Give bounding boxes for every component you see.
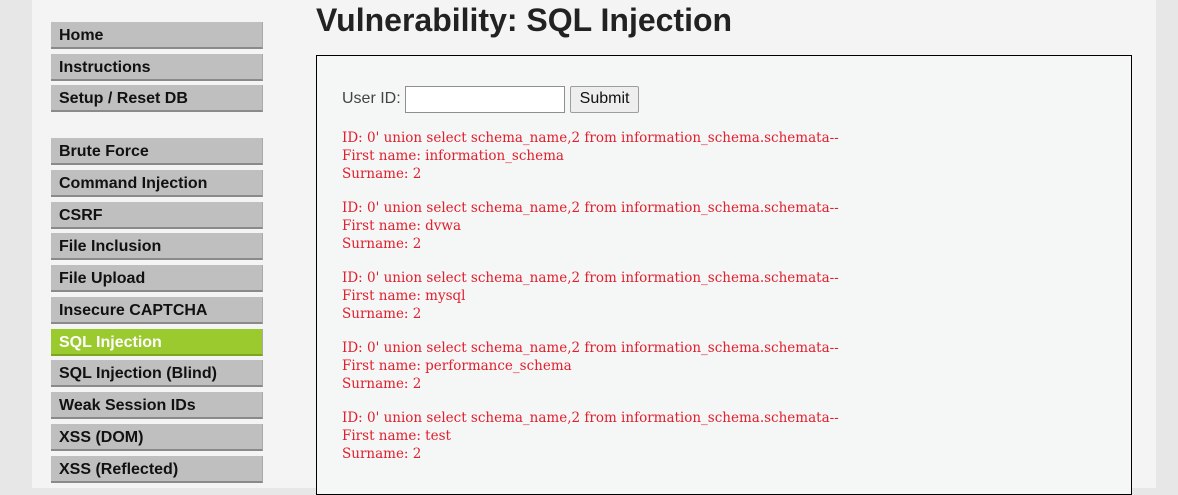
- query-results: ID: 0' union select schema_name,2 from i…: [342, 129, 839, 479]
- result-surname: Surname: 2: [342, 376, 422, 392]
- menu-item-weak-session-ids[interactable]: Weak Session IDs: [51, 392, 263, 419]
- result-id: ID: 0' union select schema_name,2 from i…: [342, 410, 839, 426]
- result-id: ID: 0' union select schema_name,2 from i…: [342, 130, 839, 146]
- result-id: ID: 0' union select schema_name,2 from i…: [342, 270, 839, 286]
- menu-item-home[interactable]: Home: [51, 22, 263, 49]
- menu-item-command-injection[interactable]: Command Injection: [51, 170, 263, 197]
- result-block: ID: 0' union select schema_name,2 from i…: [342, 339, 839, 393]
- user-id-form: User ID: Submit: [342, 85, 640, 113]
- result-block: ID: 0' union select schema_name,2 from i…: [342, 199, 839, 253]
- submit-button[interactable]: Submit: [569, 85, 640, 113]
- menu-item-xss-reflected[interactable]: XSS (Reflected): [51, 456, 263, 483]
- result-surname: Surname: 2: [342, 446, 422, 462]
- menu-item-sql-injection[interactable]: SQL Injection: [51, 329, 263, 356]
- result-id: ID: 0' union select schema_name,2 from i…: [342, 200, 839, 216]
- result-first-name: First name: test: [342, 428, 451, 444]
- result-surname: Surname: 2: [342, 166, 422, 182]
- menu-item-xss-dom[interactable]: XSS (DOM): [51, 424, 263, 451]
- result-first-name: First name: information_schema: [342, 148, 564, 164]
- result-first-name: First name: dvwa: [342, 218, 462, 234]
- menu-item-insecure-captcha[interactable]: Insecure CAPTCHA: [51, 297, 263, 324]
- menu-item-brute-force[interactable]: Brute Force: [51, 138, 263, 165]
- result-first-name: First name: mysql: [342, 288, 466, 304]
- menu-item-file-upload[interactable]: File Upload: [51, 265, 263, 292]
- menu-item-setup-reset-db[interactable]: Setup / Reset DB: [51, 85, 263, 112]
- result-first-name: First name: performance_schema: [342, 358, 572, 374]
- menu-item-sql-injection-blind[interactable]: SQL Injection (Blind): [51, 360, 263, 387]
- result-block: ID: 0' union select schema_name,2 from i…: [342, 129, 839, 183]
- user-id-input[interactable]: [404, 85, 565, 113]
- result-id: ID: 0' union select schema_name,2 from i…: [342, 340, 839, 356]
- page-title: Vulnerability: SQL Injection: [316, 2, 733, 38]
- result-surname: Surname: 2: [342, 306, 422, 322]
- user-id-label: User ID:: [342, 90, 401, 107]
- menu-item-csrf[interactable]: CSRF: [51, 202, 263, 229]
- result-block: ID: 0' union select schema_name,2 from i…: [342, 269, 839, 323]
- menu-item-instructions[interactable]: Instructions: [51, 54, 263, 81]
- result-surname: Surname: 2: [342, 236, 422, 252]
- result-block: ID: 0' union select schema_name,2 from i…: [342, 409, 839, 463]
- menu-item-file-inclusion[interactable]: File Inclusion: [51, 233, 263, 260]
- vulnerable-code-area: User ID: Submit ID: 0' union select sche…: [316, 55, 1132, 495]
